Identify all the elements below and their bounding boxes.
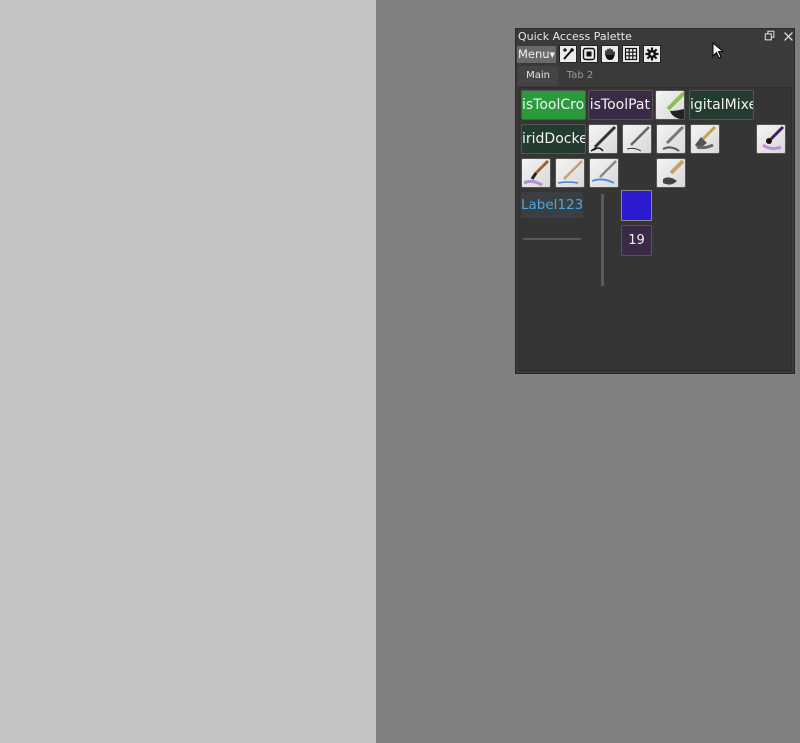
tab-main[interactable]: Main: [518, 66, 558, 86]
menu-label: Menu: [518, 47, 550, 61]
quick-access-palette: Quick Access Palette Menu ▼ Main Tab 2 i…: [515, 28, 795, 374]
brush-preset-blue-airbrush[interactable]: [589, 158, 619, 188]
close-icon[interactable]: [781, 29, 795, 43]
palette-title: Quick Access Palette: [518, 30, 632, 43]
crop-tool-button[interactable]: isToolCro: [521, 90, 586, 120]
label-widget: Label123: [521, 192, 583, 218]
hand-pan-icon[interactable]: [601, 45, 619, 63]
mouse-cursor-icon: [712, 42, 725, 59]
color-swatch[interactable]: [621, 190, 652, 221]
grid-icon[interactable]: [622, 45, 640, 63]
brush-preset-pencil-grey[interactable]: [656, 124, 686, 154]
brush-preset-ink-pen[interactable]: [588, 124, 618, 154]
brush-preset-blue-pencil[interactable]: [555, 158, 585, 188]
brush-preset-texture-brush[interactable]: [656, 158, 686, 188]
brush-preset-green-pencil[interactable]: [655, 90, 685, 120]
tab-2[interactable]: Tab 2: [560, 66, 600, 86]
float-window-icon[interactable]: [763, 29, 777, 43]
horizontal-separator: [523, 238, 581, 240]
gear-icon[interactable]: [643, 45, 661, 63]
vertical-separator: [601, 194, 604, 286]
palette-content: isToolCro isToolPat igitalMixe iridDocke: [518, 87, 792, 371]
brush-preset-purple-marker[interactable]: [756, 124, 786, 154]
brush-preset-round-brush[interactable]: [521, 158, 551, 188]
brush-preset-flat-brush[interactable]: [690, 124, 720, 154]
selection-icon[interactable]: [580, 45, 598, 63]
palette-titlebar[interactable]: Quick Access Palette: [516, 29, 794, 45]
brush-settings-icon[interactable]: [559, 45, 577, 63]
digital-mixer-button[interactable]: igitalMixe: [689, 90, 754, 120]
chevron-down-icon: ▼: [549, 51, 555, 59]
canvas-area-left[interactable]: [0, 0, 376, 743]
menu-dropdown-button[interactable]: Menu ▼: [517, 46, 556, 63]
counter-value[interactable]: 19: [621, 225, 652, 256]
palette-toolbar: Menu ▼: [517, 45, 793, 65]
brush-preset-fine-liner[interactable]: [622, 124, 652, 154]
palette-tabs: Main Tab 2: [517, 66, 793, 86]
grid-docker-button[interactable]: iridDocke: [521, 124, 586, 154]
path-tool-button[interactable]: isToolPat: [588, 90, 653, 120]
